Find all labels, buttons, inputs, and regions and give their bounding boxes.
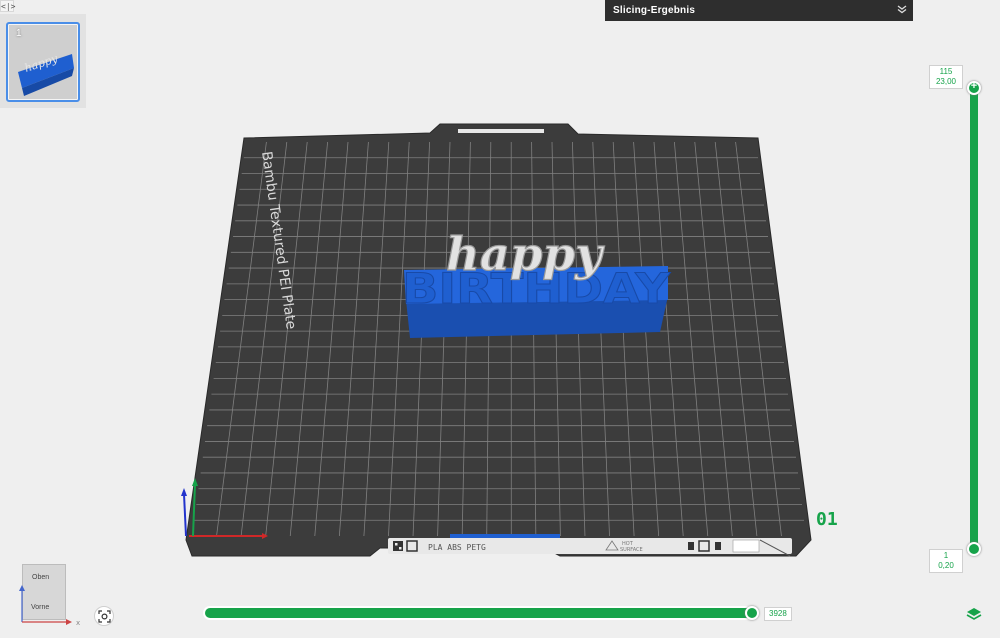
layer-slider-track[interactable] <box>970 86 978 550</box>
layer-bottom-label: 1 0,20 <box>929 549 963 573</box>
surface-label: SURFACE <box>620 547 643 553</box>
view-cube-axis-x: x <box>76 619 80 627</box>
layer-top-height: 23,00 <box>935 77 957 86</box>
view-cube-axes-icon: x <box>19 585 80 627</box>
plate-handle <box>458 129 544 133</box>
fit-view-button[interactable] <box>94 606 114 626</box>
layer-bottom-height: 0,20 <box>938 561 954 570</box>
view-cube[interactable]: Oben Vorne x <box>8 560 82 630</box>
move-slider-handle[interactable] <box>745 606 759 620</box>
plate-blank-box <box>732 539 760 553</box>
layer-bottom-number: 1 <box>943 551 949 560</box>
plate-number-label: 01 <box>816 509 838 530</box>
move-slider-track[interactable] <box>205 608 757 618</box>
sidebar-collapse-toggle[interactable]: <|> <box>0 0 15 12</box>
layer-top-label: 115 23,00 <box>929 65 963 89</box>
layer-top-number: 115 <box>939 67 953 76</box>
slicing-result-panel[interactable]: Slicing-Ergebnis <box>605 0 913 21</box>
build-plate-viewport[interactable]: PLA ABS PETG HOT SURFACE Bambu Textured … <box>0 0 1000 638</box>
plate-thumbnail[interactable]: 1 happy <box>6 22 80 102</box>
slicing-result-title: Slicing-Ergebnis <box>613 5 696 16</box>
plate-thumbnail-model: happy <box>18 52 74 96</box>
move-slider-value: 3928 <box>764 607 792 621</box>
filament-label: PLA ABS PETG <box>428 543 486 552</box>
model-top-text: happy <box>446 227 605 281</box>
layer-top-handle[interactable] <box>967 80 981 95</box>
fit-view-icon <box>97 609 111 623</box>
layer-bottom-handle[interactable] <box>967 542 981 556</box>
double-chevron-down-icon[interactable] <box>897 4 907 17</box>
layers-button[interactable] <box>964 604 984 624</box>
plate-list: 1 happy <box>0 14 86 108</box>
layers-icon <box>966 608 982 620</box>
view-cube-top-label: Oben <box>32 574 50 581</box>
plate-label-blue <box>450 534 560 538</box>
